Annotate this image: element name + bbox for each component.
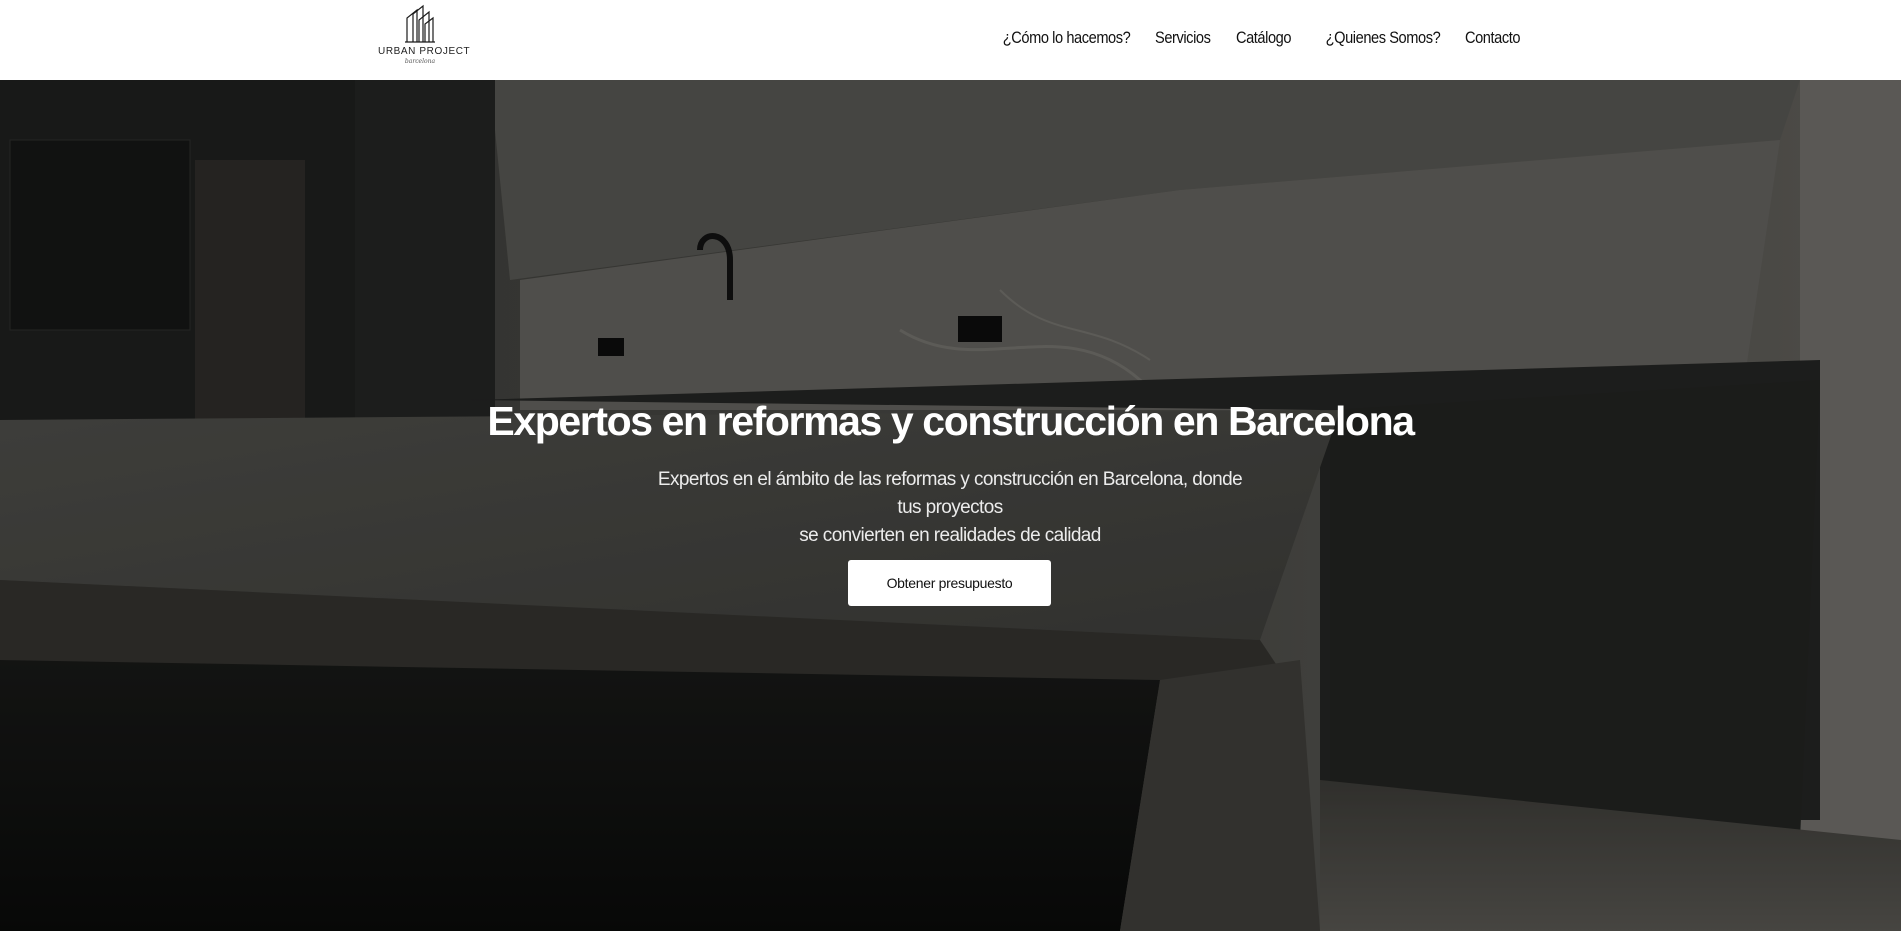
logo-name: URBAN PROJECT — [378, 46, 471, 57]
nav-item-servicios[interactable]: Servicios — [1155, 28, 1211, 48]
main-nav: ¿Cómo lo hacemos? Servicios Catálogo ¿Qu… — [982, 28, 1521, 48]
nav-item-catalogo[interactable]: Catálogo — [1236, 28, 1292, 48]
hero-content: Expertos en reformas y construcción en B… — [0, 80, 1901, 931]
nav-item-quienes-somos[interactable]: ¿Quienes Somos? — [1325, 28, 1440, 48]
site-header: URBAN PROJECT barcelona ¿Cómo lo hacemos… — [0, 0, 1901, 80]
site-logo[interactable]: URBAN PROJECT barcelona — [378, 4, 471, 76]
hero-title: Expertos en reformas y construcción en B… — [487, 398, 1415, 444]
hero-subtitle-line-2: se convierten en realidades de calidad — [799, 525, 1101, 546]
hero-section: Expertos en reformas y construcción en B… — [0, 80, 1901, 931]
get-quote-button[interactable]: Obtener presupuesto — [848, 560, 1051, 606]
hero-subtitle-line-1: Expertos en el ámbito de las reformas y … — [657, 469, 1243, 518]
page-bottom-strip — [0, 931, 1901, 944]
hero-subtitle: Expertos en el ámbito de las reformas y … — [650, 466, 1250, 550]
logo-subtitle: barcelona — [404, 58, 436, 65]
nav-item-como-lo-hacemos[interactable]: ¿Cómo lo hacemos? — [1003, 28, 1131, 48]
building-logo-icon — [405, 4, 435, 43]
nav-item-contacto[interactable]: Contacto — [1465, 28, 1521, 48]
